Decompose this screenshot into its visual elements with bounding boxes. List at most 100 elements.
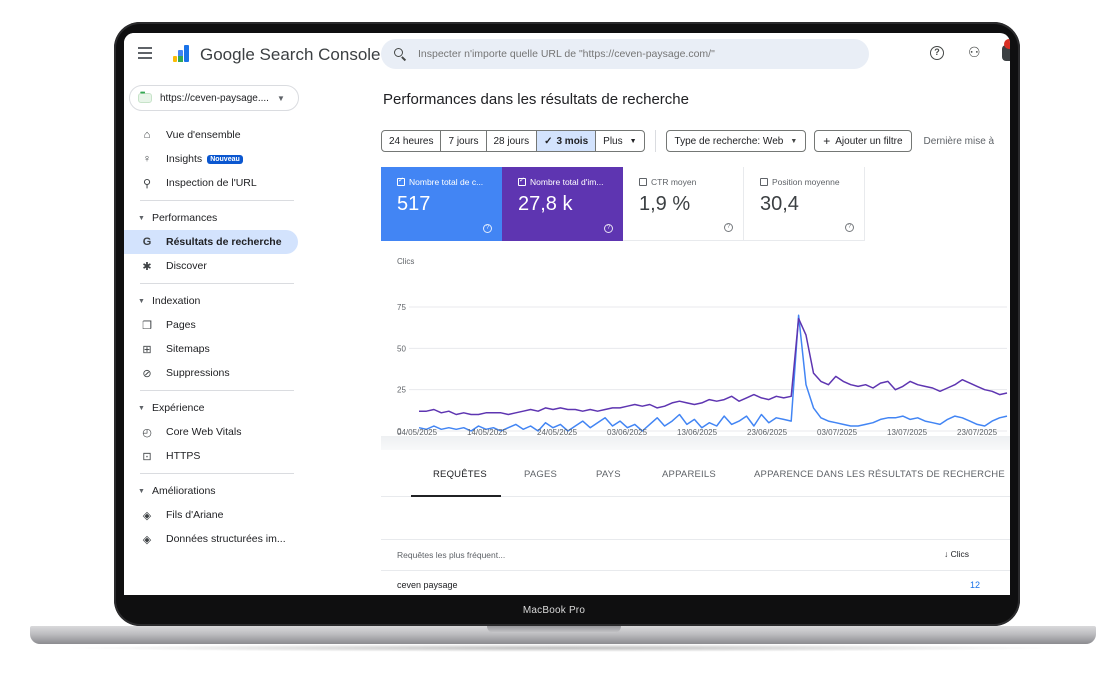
tab-pages[interactable]: PAGES [524,469,557,480]
search-type-filter[interactable]: Type de recherche: Web ▼ [665,130,807,152]
section-experience[interactable]: ▼ Expérience [124,396,304,420]
sidebar-item-label: Discover [166,260,207,272]
sidebar-item-label: Données structurées im... [166,533,286,545]
visibility-off-icon: ⊘ [142,367,152,380]
property-selector[interactable]: https://ceven-paysage.... ▼ [129,85,299,111]
range-more-button[interactable]: Plus ▼ [596,131,643,151]
sidebar-item-structured-data[interactable]: ◈ Données structurées im... [124,527,304,551]
sidebar-item-core-web-vitals[interactable]: ◴ Core Web Vitals [124,420,304,444]
panel-separator [381,436,1010,450]
metric-card-clicks[interactable]: Nombre total de c... 517 ? [381,167,502,241]
avatar[interactable] [1002,39,1010,61]
y-tick-label: 75 [397,303,406,312]
metric-value: 1,9 % [639,193,691,215]
metric-label: Nombre total d'im... [530,177,604,187]
sidebar: Google Search Console https://ceven-pays… [124,33,381,595]
sidebar-item-https[interactable]: ⊡ HTTPS [124,444,304,468]
range-7d-button[interactable]: 7 jours [441,131,487,151]
metric-card-ctr[interactable]: CTR moyen 1,9 % ? [623,167,744,241]
y-tick-label: 50 [397,344,406,353]
metric-card-impressions[interactable]: Nombre total d'im... 27,8 k ? [502,167,623,241]
laptop-shadow [60,644,1066,652]
help-icon[interactable]: ? [483,224,492,233]
checkbox-icon[interactable] [397,177,405,186]
caret-down-icon: ▼ [790,137,798,145]
user-settings-icon[interactable]: ⚇ [968,44,981,61]
table-header: Requêtes les plus fréquent... ↓ Clics [381,539,1010,571]
section-label: Expérience [151,402,205,414]
column-header-clicks[interactable]: ↓ Clics [944,549,969,559]
column-header-queries[interactable]: Requêtes les plus fréquent... [397,550,505,560]
section-label: Indexation [151,295,201,307]
home-icon: ⌂ [143,129,151,141]
caret-down-icon: ▼ [138,404,145,412]
metric-card-position[interactable]: Position moyenne 30,4 ? [744,167,865,241]
google-g-icon: G [142,236,152,248]
filter-bar: 24 heures 7 jours 28 jours ✓ 3 mois Plus… [381,129,994,153]
checkbox-icon[interactable] [760,178,768,186]
lightbulb-icon: ♀ [142,153,152,165]
arrow-down-icon: ↓ [944,549,949,559]
new-badge: Nouveau [207,154,243,164]
divider [140,473,294,474]
divider [140,390,294,391]
layers-icon: ◈ [142,533,152,546]
dimension-tabs: REQUÊTES PAGES PAYS APPAREILS APPARENCE … [381,451,1010,497]
date-range-selector: 24 heures 7 jours 28 jours ✓ 3 mois Plus… [381,130,645,152]
chart-svg[interactable]: 025507504/05/2025 14/05/2025 24/05/2025 03/… [381,249,1010,437]
sidebar-item-removals[interactable]: ⊘ Suppressions [124,361,304,385]
tab-devices[interactable]: APPAREILS [662,469,716,480]
metric-value: 30,4 [760,193,799,215]
device-label: MacBook Pro [522,605,586,616]
range-3m-button[interactable]: ✓ 3 mois [537,131,597,151]
sidebar-item-sitemaps[interactable]: ⊞ Sitemaps [124,337,304,361]
help-icon[interactable]: ? [930,46,944,60]
tab-queries[interactable]: REQUÊTES [433,469,487,480]
range-28d-button[interactable]: 28 jours [487,131,538,151]
help-icon[interactable]: ? [845,223,854,232]
checkbox-icon[interactable] [518,177,526,186]
plus-icon: + [823,134,831,148]
sidebar-item-search-results[interactable]: G Résultats de recherche [124,230,298,254]
menu-icon[interactable] [138,47,152,59]
sidebar-nav: ⌂ Vue d'ensemble ♀ Insights Nouveau ⚲ In… [124,123,304,551]
add-filter-button[interactable]: + Ajouter un filtre [814,130,912,152]
performance-chart: Clics 0 25 50 75 04/05/2025 14/05/2025 24/05/2… [381,249,1010,437]
caret-down-icon: ▼ [138,487,145,495]
sidebar-item-url-inspection[interactable]: ⚲ Inspection de l'URL [124,171,304,195]
help-icon[interactable]: ? [724,223,733,232]
sidebar-item-discover[interactable]: ✱ Discover [124,254,304,278]
search-type-label: Type de recherche: Web [674,135,784,147]
checkbox-icon[interactable] [639,178,647,186]
url-inspection-search[interactable] [381,39,869,69]
caret-down-icon: ▼ [138,297,145,305]
sidebar-item-pages[interactable]: ❐ Pages [124,313,304,337]
screen: Google Search Console https://ceven-pays… [124,33,1010,595]
help-icon[interactable]: ? [604,224,613,233]
column-header-clicks-label: Clics [950,549,970,559]
metric-value: 517 [397,193,431,215]
check-icon: ✓ [544,135,553,147]
tab-search-appearance[interactable]: APPARENCE DANS LES RÉSULTATS DE RECHERCH… [754,469,1005,480]
query-cell: ceven paysage [397,580,458,590]
section-label: Performances [151,212,218,224]
metric-cards: Nombre total de c... 517 ? Nombre total … [381,167,865,241]
sidebar-item-breadcrumbs[interactable]: ◈ Fils d'Ariane [124,503,304,527]
search-input[interactable] [418,48,838,60]
sidebar-item-insights[interactable]: ♀ Insights Nouveau [124,147,304,171]
section-label: Améliorations [151,485,216,497]
clicks-cell: 12 [970,580,981,590]
divider [654,130,656,152]
section-performance[interactable]: ▼ Performances [124,206,304,230]
app-header: Google Search Console [124,33,381,77]
section-indexation[interactable]: ▼ Indexation [124,289,304,313]
section-enhancements[interactable]: ▼ Améliorations [124,479,304,503]
tab-countries[interactable]: PAYS [596,469,621,480]
sidebar-item-label: Vue d'ensemble [166,129,241,141]
laptop-notch [487,626,621,633]
range-3m-label: 3 mois [556,135,589,147]
sidebar-item-overview[interactable]: ⌂ Vue d'ensemble [124,123,304,147]
range-24h-button[interactable]: 24 heures [382,131,442,151]
page-title: Performances dans les résultats de reche… [383,91,689,108]
table-row[interactable]: ceven paysage 12 [381,571,1010,595]
